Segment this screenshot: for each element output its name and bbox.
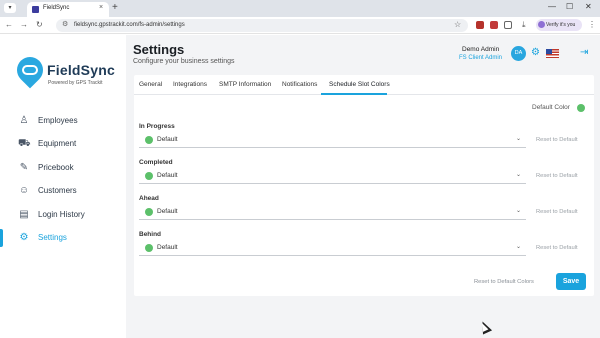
logout-icon[interactable]: ⇥ xyxy=(580,47,588,59)
extension-red-icon[interactable] xyxy=(476,21,484,29)
chevron-down-icon: ⌄ xyxy=(516,208,522,214)
minimize-button[interactable]: — xyxy=(548,2,556,11)
close-window-button[interactable]: ✕ xyxy=(585,2,592,11)
tab-integrations[interactable]: Integrations xyxy=(173,81,207,88)
chevron-down-icon: ⌄ xyxy=(516,244,522,250)
gear-icon: ⚙ xyxy=(19,232,29,243)
select-value: Default xyxy=(157,172,178,179)
slot-label-behind: Behind xyxy=(139,231,162,238)
sidebar-item-pricebook[interactable]: ✎ Pricebook xyxy=(0,158,126,178)
sidebar: FieldSync Powered by GPS Trackit ♙ Emplo… xyxy=(0,35,126,338)
back-button[interactable]: ← xyxy=(5,20,13,29)
site-info-icon[interactable]: ⚙ xyxy=(62,20,68,28)
logo-infinity-mark xyxy=(22,65,38,75)
address-url[interactable]: fieldsync.gpstrackit.com/fs-admin/settin… xyxy=(74,22,185,28)
active-indicator xyxy=(0,229,3,247)
maximize-button[interactable]: ☐ xyxy=(566,2,573,11)
users-icon: ☺ xyxy=(18,185,30,196)
forward-button[interactable]: → xyxy=(20,20,28,29)
settings-tabs: General Integrations SMTP Information No… xyxy=(134,75,594,95)
bookmark-star-icon[interactable]: ☆ xyxy=(454,20,461,29)
sidebar-item-label: Customers xyxy=(38,186,77,195)
page-title: Settings xyxy=(133,42,185,57)
browser-tab[interactable]: FieldSync × xyxy=(27,2,109,17)
slot-label-in-progress: In Progress xyxy=(139,123,175,130)
color-swatch xyxy=(145,136,153,144)
user-role: FS Client Admin xyxy=(459,55,503,61)
extension-puzzle-red-icon[interactable] xyxy=(490,21,498,29)
download-icon[interactable]: ⤓ xyxy=(522,20,526,30)
new-tab-button[interactable]: + xyxy=(112,2,118,13)
color-select-completed[interactable]: Default ⌄ xyxy=(139,170,526,184)
reset-ahead-button[interactable]: Reset to Default xyxy=(536,209,578,215)
settings-card: General Integrations SMTP Information No… xyxy=(134,75,594,296)
document-icon: ▤ xyxy=(19,209,29,220)
main-content: Settings Configure your business setting… xyxy=(126,35,600,338)
reset-in-progress-button[interactable]: Reset to Default xyxy=(536,137,578,143)
favicon-icon xyxy=(32,6,39,13)
color-swatch xyxy=(145,172,153,180)
save-button[interactable]: Save xyxy=(556,273,586,290)
tab-search-button[interactable]: ▾ xyxy=(4,3,16,13)
sidebar-item-equipment[interactable]: ⛟ Equipment xyxy=(0,134,126,154)
avatar[interactable]: DA xyxy=(511,46,526,61)
user-name: Demo Admin xyxy=(462,46,500,53)
browser-toolbar: ← → ↻ ⚙ fieldsync.gpstrackit.com/fs-admi… xyxy=(0,17,600,34)
brand-name: FieldSync xyxy=(47,62,115,78)
slot-label-ahead: Ahead xyxy=(139,195,159,202)
brand-tagline: Powered by GPS Trackit xyxy=(48,80,103,86)
chevron-down-icon: ⌄ xyxy=(516,136,522,142)
extensions-icon[interactable] xyxy=(504,21,512,29)
default-color-swatch xyxy=(577,104,585,112)
color-swatch xyxy=(145,244,153,252)
us-flag-icon[interactable] xyxy=(546,49,559,58)
sidebar-item-label: Equipment xyxy=(38,139,77,148)
wrench-icon: ✎ xyxy=(19,162,29,173)
slot-label-completed: Completed xyxy=(139,159,173,166)
user-icon: ♙ xyxy=(19,115,29,126)
sidebar-item-login-history[interactable]: ▤ Login History xyxy=(0,205,126,225)
verify-label: Verify it's you xyxy=(546,22,576,28)
sidebar-item-settings[interactable]: ⚙ Settings xyxy=(0,228,126,248)
active-tab-underline xyxy=(321,93,387,95)
tab-general[interactable]: General xyxy=(139,81,162,88)
settings-gear-icon[interactable]: ⚙ xyxy=(531,47,540,59)
browser-menu-icon[interactable]: ⋮ xyxy=(588,20,596,29)
browser-titlebar: ▾ FieldSync × + — ☐ ✕ xyxy=(0,0,600,17)
chevron-down-icon: ⌄ xyxy=(516,172,522,178)
sidebar-item-label: Pricebook xyxy=(38,163,74,172)
select-value: Default xyxy=(157,244,178,251)
address-bar[interactable]: ⚙ fieldsync.gpstrackit.com/fs-admin/sett… xyxy=(56,19,468,32)
tab-close-icon[interactable]: × xyxy=(99,4,103,11)
color-swatch xyxy=(145,208,153,216)
profile-verify-chip[interactable]: Verify it's you xyxy=(536,19,582,31)
sidebar-item-label: Settings xyxy=(38,233,67,242)
profile-avatar xyxy=(538,21,545,28)
truck-icon: ⛟ xyxy=(18,138,31,149)
default-color-label: Default Color xyxy=(532,104,570,111)
sidebar-item-label: Login History xyxy=(38,210,85,219)
color-select-in-progress[interactable]: Default ⌄ xyxy=(139,134,526,148)
tab-smtp-information[interactable]: SMTP Information xyxy=(219,81,271,88)
color-select-ahead[interactable]: Default ⌄ xyxy=(139,206,526,220)
reset-behind-button[interactable]: Reset to Default xyxy=(536,245,578,251)
tab-schedule-slot-colors[interactable]: Schedule Slot Colors xyxy=(329,81,390,88)
sidebar-item-customers[interactable]: ☺ Customers xyxy=(0,181,126,201)
page-subtitle: Configure your business settings xyxy=(133,58,235,65)
sidebar-item-label: Employees xyxy=(38,116,78,125)
tab-notifications[interactable]: Notifications xyxy=(282,81,317,88)
reset-all-colors-button[interactable]: Reset to Default Colors xyxy=(474,279,534,285)
tab-title: FieldSync xyxy=(43,5,70,11)
select-value: Default xyxy=(157,136,178,143)
color-select-behind[interactable]: Default ⌄ xyxy=(139,242,526,256)
sidebar-item-employees[interactable]: ♙ Employees xyxy=(0,111,126,131)
reset-completed-button[interactable]: Reset to Default xyxy=(536,173,578,179)
flag-canton xyxy=(546,49,552,54)
select-value: Default xyxy=(157,208,178,215)
reload-button[interactable]: ↻ xyxy=(36,20,43,29)
